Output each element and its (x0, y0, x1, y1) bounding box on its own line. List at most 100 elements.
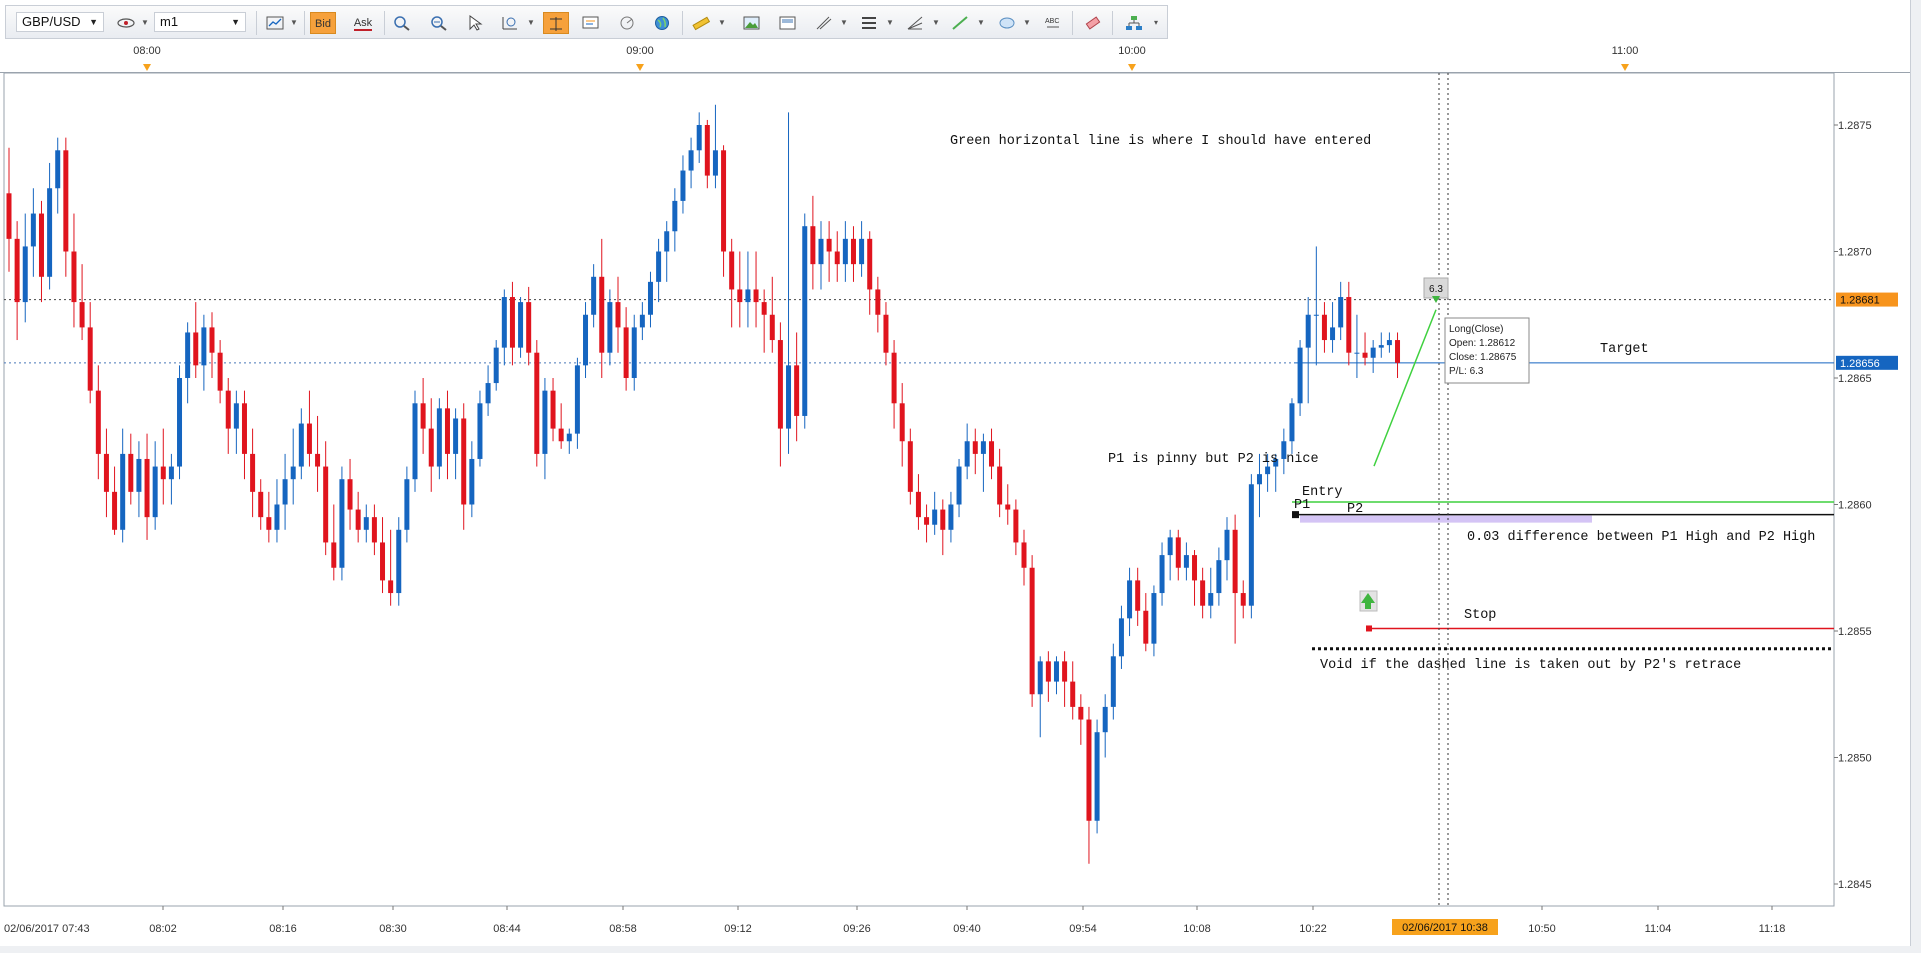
candle-body[interactable] (217, 352, 223, 391)
candle-body[interactable] (615, 302, 621, 328)
candle-body[interactable] (298, 423, 304, 467)
candle-body[interactable] (1037, 661, 1043, 695)
candle-body[interactable] (989, 441, 995, 467)
candle-body[interactable] (1313, 314, 1319, 316)
candle-body[interactable] (672, 200, 678, 232)
candle-body[interactable] (1135, 580, 1141, 611)
candle-body[interactable] (1370, 347, 1376, 358)
candle-body[interactable] (87, 327, 93, 391)
candle-body[interactable] (185, 332, 191, 378)
candle-body[interactable] (493, 347, 499, 384)
candle-body[interactable] (380, 542, 386, 581)
candle-body[interactable] (810, 226, 816, 265)
candle-body[interactable] (22, 246, 28, 303)
candle-body[interactable] (461, 418, 467, 505)
candle-body[interactable] (160, 466, 166, 480)
candle-body[interactable] (396, 529, 402, 594)
candle-body[interactable] (371, 517, 377, 543)
candle-body[interactable] (696, 125, 702, 151)
candle-body[interactable] (1143, 610, 1149, 644)
candle-body[interactable] (566, 433, 572, 442)
candle-body[interactable] (786, 365, 792, 429)
candle-body[interactable] (1159, 555, 1165, 594)
candle-body[interactable] (250, 453, 256, 492)
candle-body[interactable] (258, 491, 264, 518)
candle-body[interactable] (1086, 719, 1092, 821)
candle-body[interactable] (883, 314, 889, 353)
candle-body[interactable] (558, 428, 564, 442)
candle-body[interactable] (680, 170, 686, 201)
candle-body[interactable] (964, 441, 970, 467)
candle-body[interactable] (477, 403, 483, 459)
candle-body[interactable] (1362, 352, 1368, 358)
candle-body[interactable] (436, 408, 442, 467)
candle-body[interactable] (1346, 297, 1352, 353)
candle-body[interactable] (1062, 661, 1068, 682)
candle-body[interactable] (859, 238, 865, 265)
candle-body[interactable] (607, 302, 613, 353)
candle-body[interactable] (177, 378, 183, 467)
candle-body[interactable] (1378, 345, 1384, 348)
candle-body[interactable] (331, 542, 337, 568)
candle-body[interactable] (1175, 537, 1181, 568)
candle-body[interactable] (1151, 593, 1157, 644)
candle-body[interactable] (290, 466, 296, 480)
candle-body[interactable] (1240, 593, 1246, 606)
candle-body[interactable] (469, 458, 475, 505)
candle-body[interactable] (599, 276, 605, 353)
candle-body[interactable] (14, 238, 20, 303)
candle-body[interactable] (1078, 706, 1084, 720)
plot-area[interactable] (3, 72, 1835, 907)
candle-body[interactable] (30, 213, 36, 247)
candle-body[interactable] (274, 504, 280, 530)
candle-body[interactable] (71, 251, 77, 303)
candle-body[interactable] (339, 479, 345, 568)
candle-body[interactable] (103, 453, 109, 492)
candle-body[interactable] (128, 453, 134, 492)
candle-body[interactable] (956, 466, 962, 505)
candle-body[interactable] (120, 453, 126, 530)
candle-body[interactable] (777, 340, 783, 429)
candle-body[interactable] (241, 403, 247, 454)
candle-body[interactable] (485, 383, 491, 404)
candle-body[interactable] (193, 332, 199, 366)
candle-body[interactable] (761, 302, 767, 315)
candle-body[interactable] (1305, 314, 1311, 348)
candle-body[interactable] (1110, 656, 1116, 707)
candle-body[interactable] (1183, 555, 1189, 568)
candle-body[interactable] (1321, 314, 1327, 341)
candle-body[interactable] (1256, 474, 1262, 485)
candle-body[interactable] (907, 441, 913, 492)
candle-body[interactable] (1232, 529, 1238, 594)
candle-body[interactable] (850, 238, 856, 265)
candle-body[interactable] (664, 231, 670, 252)
candle-body[interactable] (79, 302, 85, 328)
candle-body[interactable] (924, 517, 930, 525)
candle-body[interactable] (631, 327, 637, 378)
candle-body[interactable] (834, 251, 840, 265)
candle-body[interactable] (355, 509, 361, 530)
candle-body[interactable] (144, 458, 150, 518)
candle-body[interactable] (769, 314, 775, 341)
candle-body[interactable] (656, 251, 662, 282)
candle-body[interactable] (1102, 706, 1108, 733)
candle-body[interactable] (95, 390, 101, 454)
candle-body[interactable] (737, 289, 743, 303)
candle-body[interactable] (940, 509, 946, 530)
candle-body[interactable] (753, 289, 759, 303)
candle-body[interactable] (534, 352, 540, 454)
candle-body[interactable] (704, 125, 710, 176)
candle-body[interactable] (225, 390, 231, 429)
candle-body[interactable] (1118, 618, 1124, 657)
candle-body[interactable] (1127, 580, 1133, 619)
candle-body[interactable] (1070, 681, 1076, 707)
candle-body[interactable] (6, 193, 12, 239)
candle-body[interactable] (63, 150, 69, 252)
candle-body[interactable] (420, 403, 426, 429)
candle-body[interactable] (38, 213, 44, 277)
candle-body[interactable] (282, 479, 288, 505)
candle-body[interactable] (1297, 347, 1303, 404)
candle-body[interactable] (1289, 403, 1295, 442)
candle-body[interactable] (915, 491, 921, 518)
candle-body[interactable] (201, 327, 207, 366)
